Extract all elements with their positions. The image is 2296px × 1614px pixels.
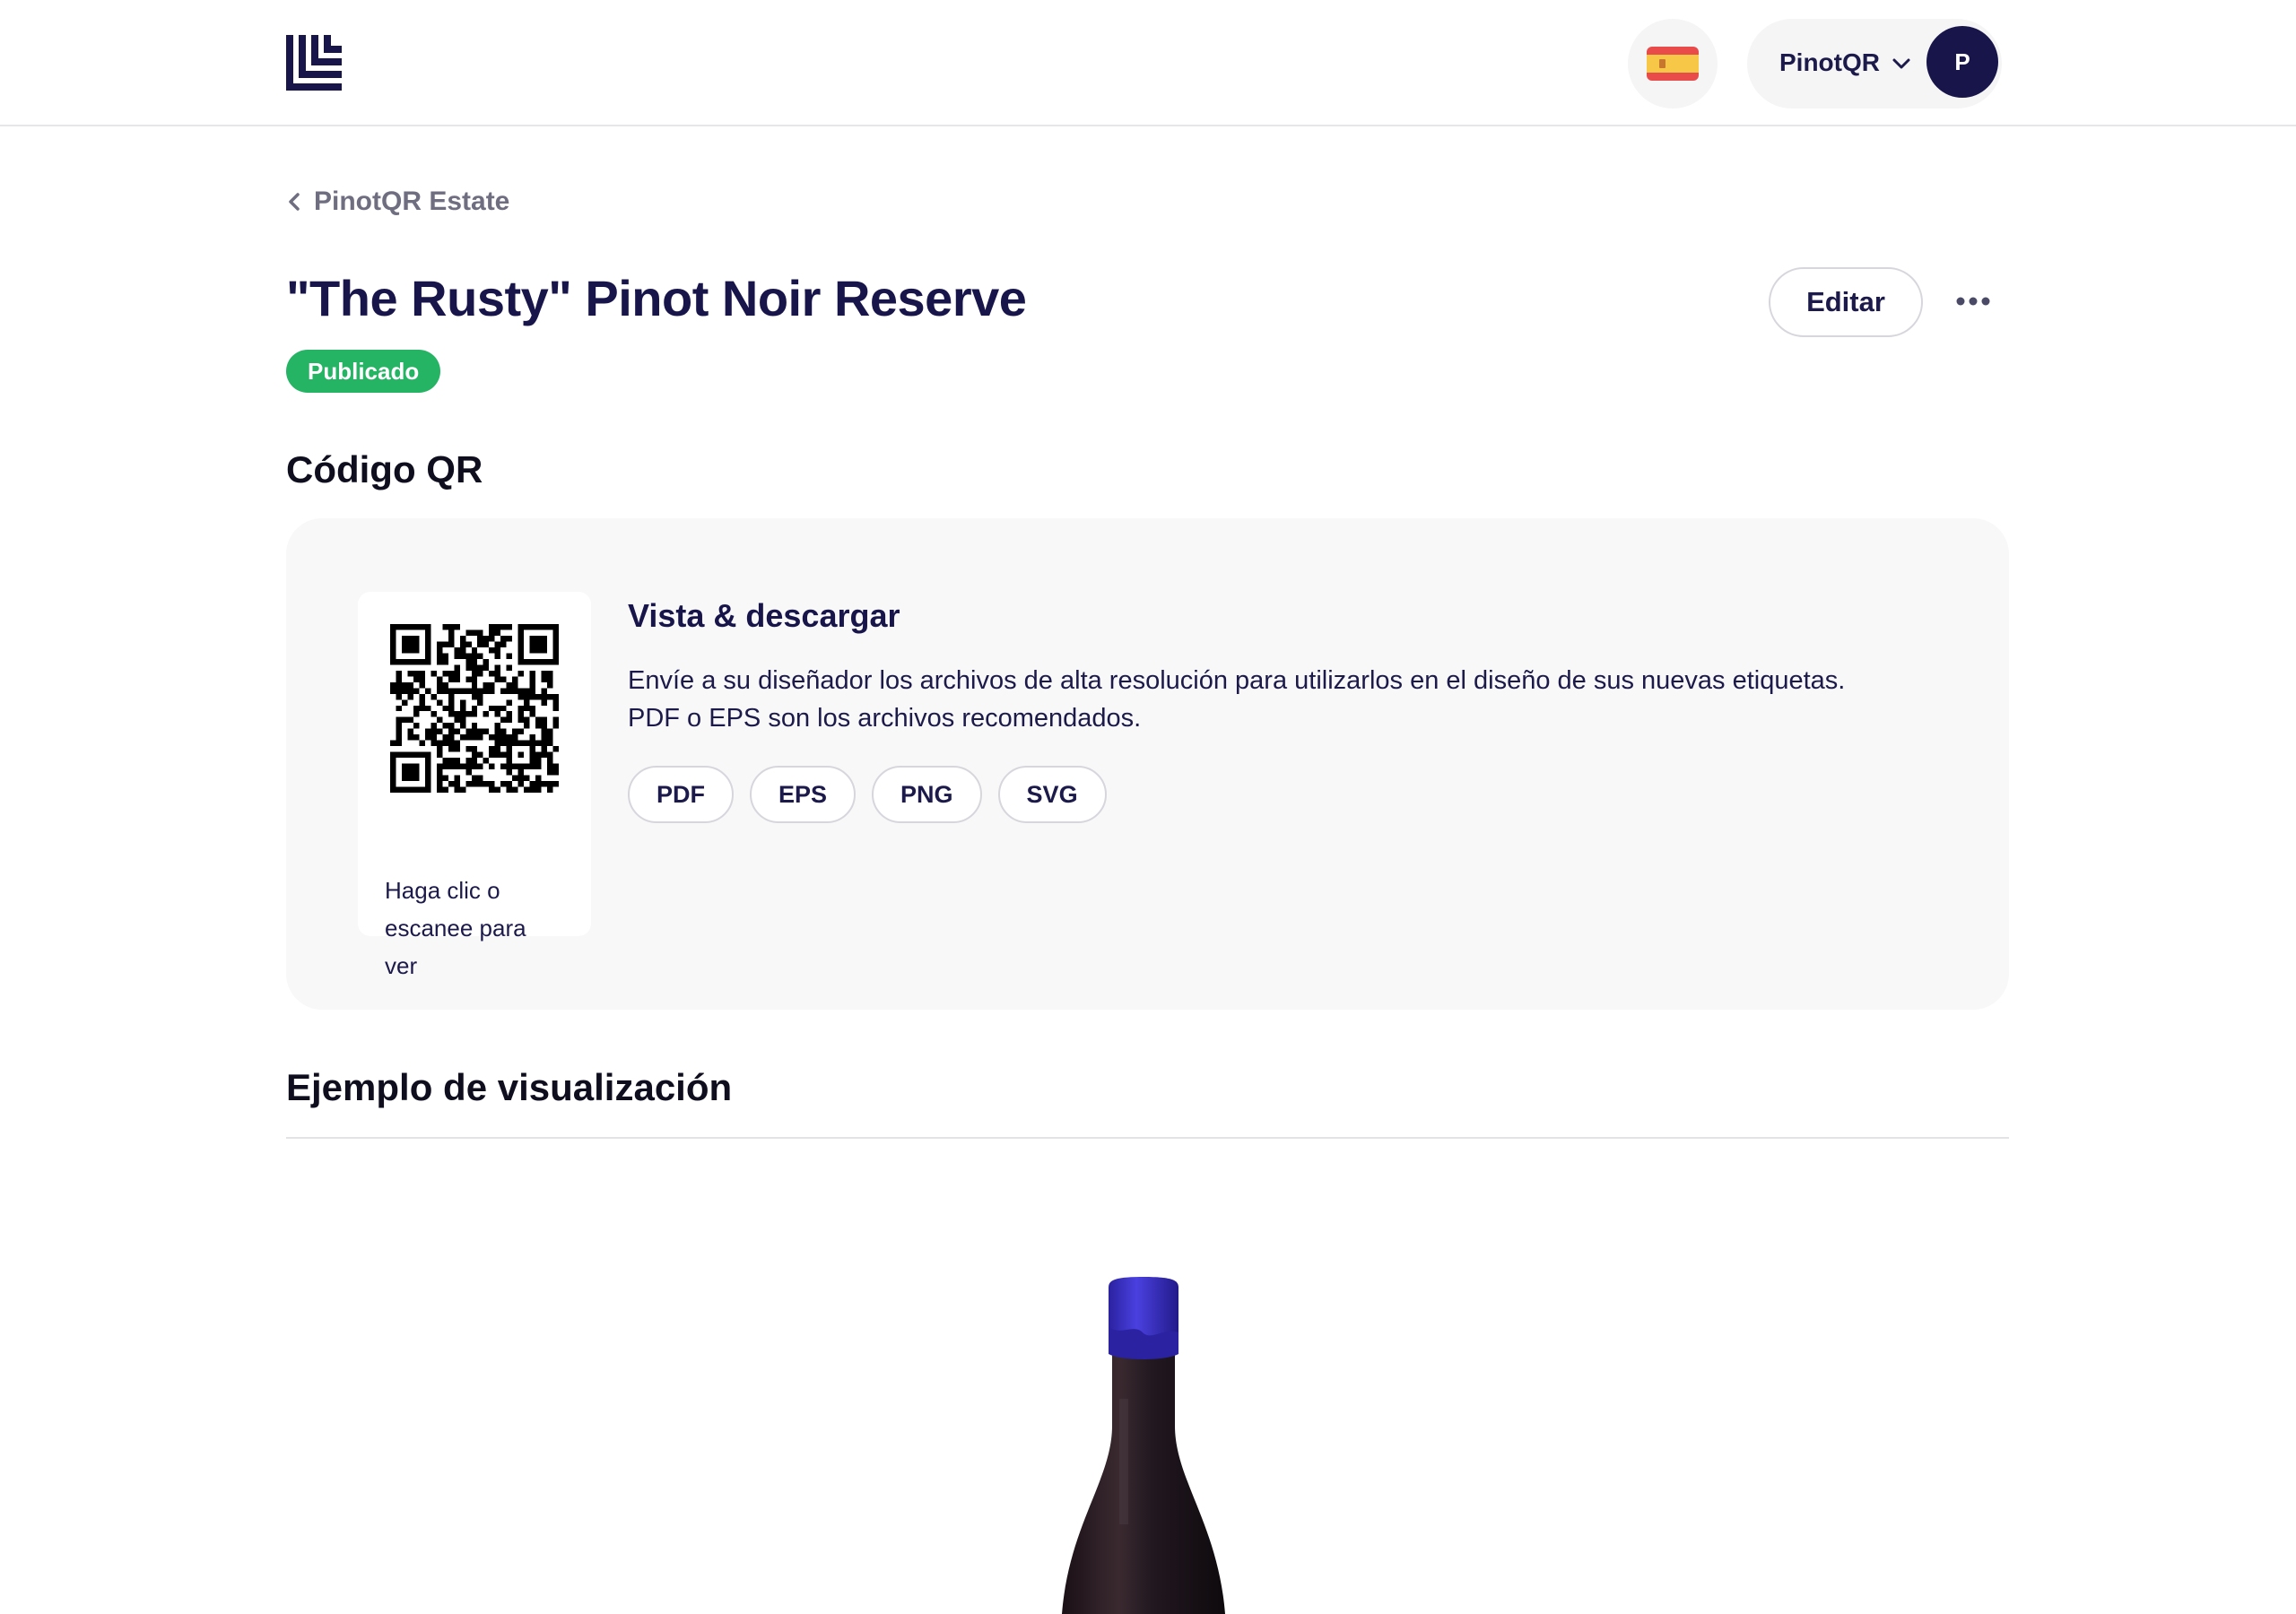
more-horizontal-icon <box>1956 297 1990 306</box>
account-name: PinotQR <box>1779 48 1880 76</box>
chevron-left-icon <box>289 193 300 211</box>
qr-info-line-1: Envíe a su diseñador los archivos de alt… <box>628 666 1846 695</box>
breadcrumb-label: PinotQR Estate <box>314 187 510 216</box>
chevron-down-icon <box>1892 58 1910 69</box>
download-buttons: PDF EPS PNG SVG <box>628 766 1107 823</box>
more-options-button[interactable] <box>1948 276 1998 326</box>
account-menu[interactable]: PinotQR P <box>1747 19 2002 108</box>
qr-card: Haga clic o escanee para ver Vista & des… <box>286 518 2009 1010</box>
qr-info-title: Vista & descargar <box>628 597 900 634</box>
status-badge: Publicado <box>286 350 441 393</box>
qr-caption: Haga clic o escanee para ver <box>385 877 526 979</box>
edit-button[interactable]: Editar <box>1769 267 1923 337</box>
page-title: "The Rusty" Pinot Noir Reserve <box>286 270 1027 326</box>
avatar[interactable]: P <box>1926 26 1998 98</box>
qr-preview-tile[interactable]: Haga clic o escanee para ver <box>358 592 591 979</box>
brand-logo[interactable] <box>286 35 342 91</box>
language-switcher[interactable] <box>1628 19 1718 108</box>
wine-bottle-preview <box>1062 1277 1225 1614</box>
qr-info-line-2: PDF o EPS son los archivos recomendados. <box>628 704 1142 733</box>
qr-info-text: Envíe a su diseñador los archivos de alt… <box>628 662 1955 737</box>
spain-flag-icon <box>1647 47 1699 81</box>
download-png-button[interactable]: PNG <box>872 766 982 823</box>
download-svg-button[interactable]: SVG <box>997 766 1107 823</box>
download-pdf-button[interactable]: PDF <box>628 766 734 823</box>
qr-section-heading: Código QR <box>286 448 483 490</box>
qr-code-image[interactable] <box>390 624 559 793</box>
preview-section-heading: Ejemplo de visualización <box>286 1066 733 1108</box>
section-divider <box>286 1137 2009 1139</box>
download-eps-button[interactable]: EPS <box>750 766 857 823</box>
back-breadcrumb[interactable]: PinotQR Estate <box>285 184 509 220</box>
top-header: PinotQR P <box>0 0 2296 126</box>
